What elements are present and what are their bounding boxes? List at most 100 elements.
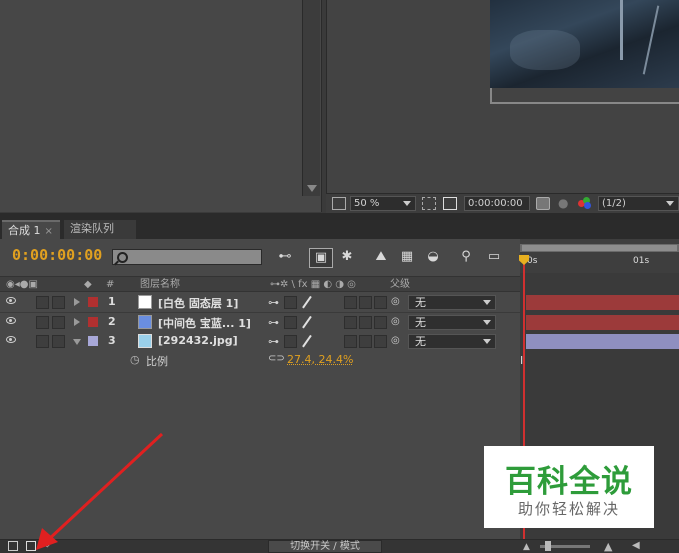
zoom-dropdown[interactable]: 50 % <box>350 196 416 211</box>
transparency-grid-icon[interactable] <box>443 197 457 210</box>
frame-blending-icon[interactable]: ▦ <box>396 248 418 266</box>
collapse-switch[interactable] <box>284 316 297 329</box>
chevron-down-icon <box>483 300 491 305</box>
snapshot-camera-icon[interactable] <box>536 197 550 210</box>
project-panel-scrollbar[interactable] <box>302 0 320 196</box>
layer-name[interactable]: [292432.jpg] <box>158 334 238 347</box>
shy-switch-icon[interactable]: ⊶ <box>268 316 279 329</box>
switch-box[interactable] <box>374 316 387 329</box>
quality-slash-icon[interactable] <box>300 296 312 308</box>
layer-row-1[interactable]: 1 [白色 固态层 1] ⊶ ◎ 无 <box>0 293 520 313</box>
collapse-triangle-icon[interactable] <box>73 339 81 345</box>
switch-box[interactable] <box>344 296 357 309</box>
pick-whip-icon[interactable]: ◎ <box>391 316 400 327</box>
layer-number: 1 <box>108 295 116 308</box>
live-update-icon[interactable]: ▣ <box>309 248 333 268</box>
toggle-layer-switches-icon[interactable] <box>8 541 18 551</box>
draft-3d-icon[interactable]: ✱ <box>336 248 358 266</box>
layer-name[interactable]: [白色 固态层 1] <box>158 295 238 311</box>
close-icon[interactable]: × <box>45 226 53 237</box>
toggle-switches-modes-button[interactable]: 切换开关 / 模式 <box>268 540 382 553</box>
lock-toggle[interactable] <box>36 335 49 348</box>
property-value[interactable]: 27.4, 24.4% <box>287 353 353 366</box>
label-color-swatch[interactable] <box>88 336 98 346</box>
expand-triangle-icon[interactable] <box>74 318 80 326</box>
layer-row-2[interactable]: 2 [中间色 宝蓝... 1] ⊶ ◎ 无 <box>0 313 520 333</box>
switch-box[interactable] <box>374 335 387 348</box>
switch-box[interactable] <box>344 335 357 348</box>
label-color-swatch[interactable] <box>88 297 98 307</box>
parent-dropdown[interactable]: 无 <box>408 334 496 349</box>
layer-thumbnail <box>138 295 152 309</box>
parent-dropdown[interactable]: 无 <box>408 295 496 310</box>
switch-box[interactable] <box>359 316 372 329</box>
ruler-1s-label: 01s <box>633 256 650 266</box>
parent-dropdown[interactable]: 无 <box>408 315 496 330</box>
switch-box[interactable] <box>359 296 372 309</box>
viewer-options-icon[interactable] <box>332 197 346 210</box>
property-row-scale[interactable]: ◷ 比例 ⊂⊃ 27.4, 24.4% <box>0 351 520 370</box>
pick-whip-icon[interactable]: ◎ <box>391 335 400 346</box>
column-layer-name[interactable]: 图层名称 <box>140 278 180 292</box>
layer-duration-bar-3[interactable] <box>526 334 679 349</box>
layer-name[interactable]: [中间色 宝蓝... 1] <box>158 315 251 331</box>
collapse-switch[interactable] <box>284 296 297 309</box>
resolution-value: (1/2) <box>602 198 626 209</box>
switch-box[interactable] <box>344 316 357 329</box>
av-features-icons: ◉◂●▣ <box>6 279 38 290</box>
project-panel <box>0 0 322 212</box>
tab-label: 渲染队列 <box>70 222 114 235</box>
solo-toggle[interactable] <box>52 335 65 348</box>
layer-duration-bar-2[interactable] <box>526 315 679 330</box>
scroll-left-arrow-icon[interactable]: ◀ <box>632 540 640 551</box>
layer-thumbnail <box>138 315 152 329</box>
graph-editor-icon[interactable]: ▭ <box>482 248 506 266</box>
switch-box[interactable] <box>359 335 372 348</box>
constrain-proportions-icon[interactable]: ⊂⊃ <box>268 353 285 364</box>
lock-toggle[interactable] <box>36 296 49 309</box>
shy-switch-icon[interactable]: ⊶ <box>268 296 279 309</box>
safe-zones-icon[interactable] <box>422 197 436 210</box>
lock-toggle[interactable] <box>36 316 49 329</box>
stopwatch-icon[interactable]: ◷ <box>130 353 140 366</box>
quality-slash-icon[interactable] <box>300 335 312 347</box>
layer-search-input[interactable] <box>112 249 262 265</box>
switches-icons: ⊶✲ \ fx ▦ ◐ ◑ ◎ <box>270 279 356 290</box>
solo-toggle[interactable] <box>52 296 65 309</box>
graph-editor-search-icon[interactable]: ⚲ <box>455 248 477 266</box>
timeline-zoom-slider-handle[interactable] <box>545 541 551 551</box>
tab-composition-1[interactable]: 合成 1 × <box>2 220 60 239</box>
motion-blur-icon[interactable]: ◒ <box>422 248 444 266</box>
layer-row-3[interactable]: 3 [292432.jpg] ⊶ ◎ 无 <box>0 332 520 352</box>
scroll-down-arrow-icon[interactable] <box>307 185 317 192</box>
label-color-swatch[interactable] <box>88 317 98 327</box>
resolution-dropdown[interactable]: (1/2) <box>598 196 679 211</box>
quality-slash-icon[interactable] <box>300 316 312 328</box>
tab-render-queue[interactable]: 渲染队列 <box>64 220 136 239</box>
switch-box[interactable] <box>374 296 387 309</box>
zoom-in-mountain-icon[interactable]: ▲ <box>604 540 612 553</box>
collapse-switch[interactable] <box>284 335 297 348</box>
toggle-transfer-controls-icon[interactable] <box>26 541 36 551</box>
pick-whip-icon[interactable]: ◎ <box>391 296 400 307</box>
comp-mini-flowchart-icon[interactable]: ⊷ <box>272 248 298 266</box>
visibility-eye-icon[interactable] <box>6 297 16 304</box>
visibility-eye-icon[interactable] <box>6 317 16 324</box>
layer-duration-bar-1[interactable] <box>526 295 679 310</box>
zoom-out-mountain-icon[interactable]: ▲ <box>523 542 530 552</box>
panel-divider[interactable] <box>0 213 679 220</box>
chevron-down-icon <box>403 201 411 206</box>
color-channels-icon[interactable] <box>578 197 592 210</box>
image-file-icon <box>138 334 152 348</box>
viewer-timecode[interactable]: 0:00:00:00 <box>464 196 530 211</box>
toggle-in-out-icon[interactable]: ⇳ <box>43 539 51 550</box>
solo-toggle[interactable] <box>52 316 65 329</box>
show-snapshot-person-icon[interactable]: ● <box>558 197 572 210</box>
hide-shy-layers-icon[interactable]: ⛰ <box>370 248 392 266</box>
time-navigator-handle[interactable] <box>522 245 677 251</box>
label-tag-icon: ◆ <box>84 279 92 290</box>
shy-switch-icon[interactable]: ⊶ <box>268 335 279 348</box>
current-time-display[interactable]: 0:00:00:00 <box>12 246 102 264</box>
visibility-eye-icon[interactable] <box>6 336 16 343</box>
expand-triangle-icon[interactable] <box>74 298 80 306</box>
